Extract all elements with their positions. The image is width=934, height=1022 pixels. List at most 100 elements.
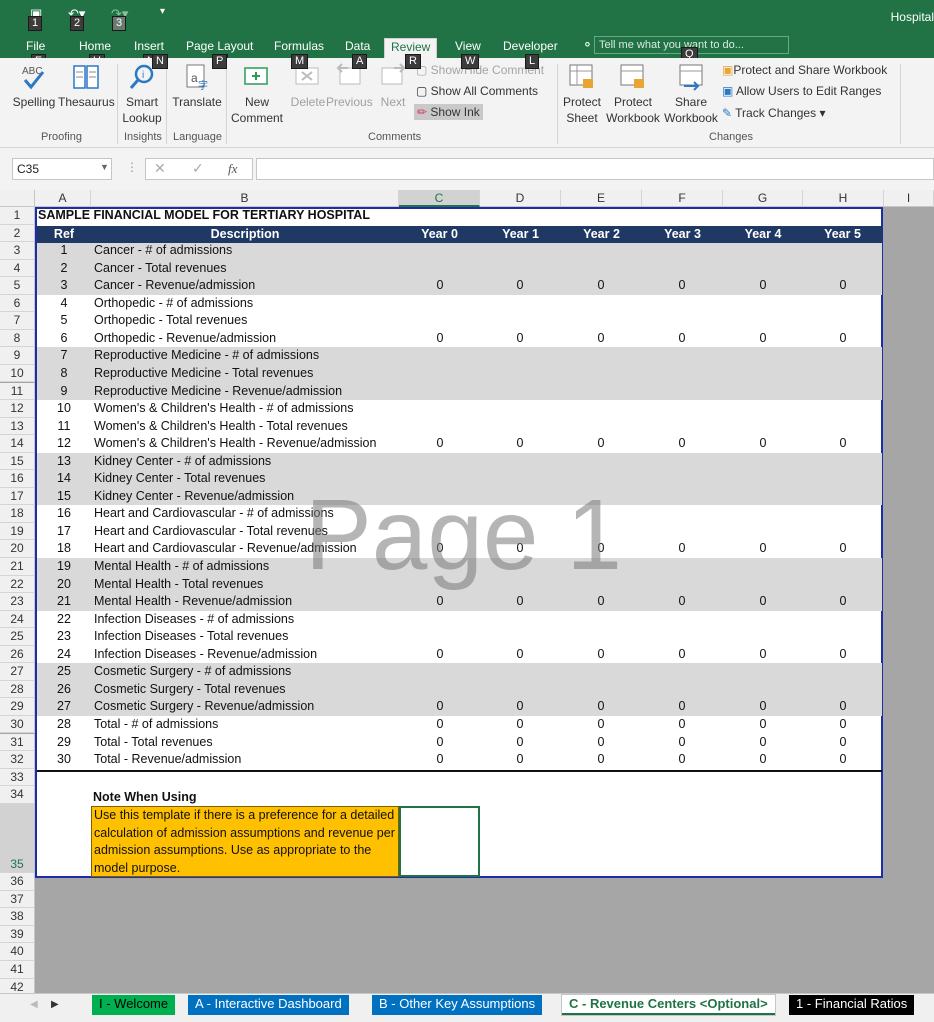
row-header-31[interactable]: 31 bbox=[0, 733, 35, 752]
row-header-6[interactable]: 6 bbox=[0, 294, 35, 313]
cell-value[interactable]: 0 bbox=[823, 278, 863, 292]
cell-ref[interactable]: 13 bbox=[37, 454, 91, 468]
cell-value[interactable]: 0 bbox=[500, 647, 540, 661]
cell-value[interactable]: 0 bbox=[823, 331, 863, 345]
note-text[interactable]: Use this template if there is a preferen… bbox=[91, 806, 399, 877]
cell-description[interactable]: Women's & Children's Health - # of admis… bbox=[94, 401, 354, 415]
cell-ref[interactable]: 29 bbox=[37, 735, 91, 749]
cell-description[interactable]: Infection Diseases - Total revenues bbox=[94, 629, 288, 643]
cell-description[interactable]: Total - Total revenues bbox=[94, 735, 213, 749]
cell-value[interactable]: 0 bbox=[662, 331, 702, 345]
column-header-e[interactable]: E bbox=[561, 190, 642, 207]
cell-description[interactable]: Kidney Center - Total revenues bbox=[94, 471, 265, 485]
cell-value[interactable]: 0 bbox=[743, 699, 783, 713]
cell-value[interactable]: 0 bbox=[743, 541, 783, 555]
cell-ref[interactable]: 6 bbox=[37, 331, 91, 345]
cell-value[interactable]: 0 bbox=[823, 436, 863, 450]
cell-description[interactable]: Reproductive Medicine - Total revenues bbox=[94, 366, 313, 380]
cell-ref[interactable]: 2 bbox=[37, 261, 91, 275]
cell-description[interactable]: Cancer - Revenue/admission bbox=[94, 278, 255, 292]
row-header-37[interactable]: 37 bbox=[0, 890, 35, 909]
cell-description[interactable]: Orthopedic - # of admissions bbox=[94, 296, 253, 310]
row-header-36[interactable]: 36 bbox=[0, 873, 35, 891]
cell-value[interactable]: 0 bbox=[743, 717, 783, 731]
row-header-8[interactable]: 8 bbox=[0, 329, 35, 348]
cell-value[interactable]: 0 bbox=[662, 717, 702, 731]
cell-ref[interactable]: 10 bbox=[37, 401, 91, 415]
cell-description[interactable]: Orthopedic - Total revenues bbox=[94, 313, 247, 327]
selected-cell-c35[interactable] bbox=[399, 806, 480, 877]
row-header-40[interactable]: 40 bbox=[0, 943, 35, 961]
header-description[interactable]: Description bbox=[91, 227, 399, 241]
header-ref[interactable]: Ref bbox=[37, 227, 91, 241]
header-year-3[interactable]: Year 3 bbox=[642, 227, 723, 241]
cell-value[interactable]: 0 bbox=[743, 436, 783, 450]
cell-value[interactable]: 0 bbox=[500, 752, 540, 766]
cell-value[interactable]: 0 bbox=[581, 331, 621, 345]
sheet-tab[interactable]: A - Interactive Dashboard bbox=[188, 995, 349, 1015]
row-header-26[interactable]: 26 bbox=[0, 645, 35, 664]
row-header-29[interactable]: 29 bbox=[0, 698, 35, 716]
row-header-10[interactable]: 10 bbox=[0, 364, 35, 383]
formula-input[interactable] bbox=[256, 158, 934, 180]
row-header-4[interactable]: 4 bbox=[0, 259, 35, 278]
header-year-0[interactable]: Year 0 bbox=[399, 227, 480, 241]
spelling-button[interactable]: ABC Spelling bbox=[10, 62, 58, 110]
cell-ref[interactable]: 20 bbox=[37, 577, 91, 591]
row-header-3[interactable]: 3 bbox=[0, 242, 35, 260]
cell-value[interactable]: 0 bbox=[420, 331, 460, 345]
cell-value[interactable]: 0 bbox=[420, 699, 460, 713]
cell-value[interactable]: 0 bbox=[743, 647, 783, 661]
column-header-a[interactable]: A bbox=[35, 190, 91, 207]
row-header-1[interactable]: 1 bbox=[0, 207, 35, 225]
cell-description[interactable]: Reproductive Medicine - Revenue/admissio… bbox=[94, 384, 342, 398]
translate-button[interactable]: a字 Translate bbox=[170, 62, 224, 110]
cell-value[interactable]: 0 bbox=[743, 752, 783, 766]
row-header-22[interactable]: 22 bbox=[0, 575, 35, 594]
cell-description[interactable]: Kidney Center - # of admissions bbox=[94, 454, 271, 468]
cell-value[interactable]: 0 bbox=[823, 735, 863, 749]
note-title[interactable]: Note When Using bbox=[93, 790, 196, 804]
row-header-19[interactable]: 19 bbox=[0, 522, 35, 541]
row-header-23[interactable]: 23 bbox=[0, 593, 35, 611]
row-header-18[interactable]: 18 bbox=[0, 505, 35, 523]
header-year-2[interactable]: Year 2 bbox=[561, 227, 642, 241]
cell-value[interactable]: 0 bbox=[500, 594, 540, 608]
sheet-tab[interactable]: C - Revenue Centers <Optional> bbox=[562, 995, 775, 1015]
delete-comment-button[interactable]: Delete bbox=[286, 62, 330, 110]
row-header-24[interactable]: 24 bbox=[0, 610, 35, 629]
cell-ref[interactable]: 23 bbox=[37, 629, 91, 643]
track-changes-button[interactable]: ✎ Track Changes ▾ bbox=[722, 106, 825, 120]
column-header-b[interactable]: B bbox=[91, 190, 399, 207]
cell-description[interactable]: Cosmetic Surgery - Revenue/admission bbox=[94, 699, 314, 713]
cell-value[interactable]: 0 bbox=[581, 647, 621, 661]
row-header-11[interactable]: 11 bbox=[0, 382, 35, 401]
new-comment-button[interactable]: New Comment bbox=[230, 62, 284, 126]
cell-ref[interactable]: 14 bbox=[37, 471, 91, 485]
row-header-38[interactable]: 38 bbox=[0, 908, 35, 926]
smart-lookup-button[interactable]: i Smart Lookup bbox=[120, 62, 164, 126]
row-header-30[interactable]: 30 bbox=[0, 715, 35, 734]
scroll-tabs-left-icon[interactable]: ◀ bbox=[30, 999, 38, 1010]
cell-value[interactable]: 0 bbox=[662, 699, 702, 713]
row-header-34[interactable]: 34 bbox=[0, 786, 35, 804]
cell-value[interactable]: 0 bbox=[420, 594, 460, 608]
cell-value[interactable]: 0 bbox=[823, 717, 863, 731]
scroll-tabs-right-icon[interactable]: ▶ bbox=[51, 999, 59, 1010]
cell-description[interactable]: Heart and Cardiovascular - Revenue/admis… bbox=[94, 541, 357, 555]
column-header-f[interactable]: F bbox=[642, 190, 723, 207]
cell-ref[interactable]: 26 bbox=[37, 682, 91, 696]
row-header-25[interactable]: 25 bbox=[0, 628, 35, 646]
show-ink-button[interactable]: ✏ Show Ink bbox=[414, 104, 483, 120]
cell-ref[interactable]: 27 bbox=[37, 699, 91, 713]
row-header-41[interactable]: 41 bbox=[0, 961, 35, 979]
cancel-icon[interactable]: ✕ bbox=[154, 160, 166, 177]
cell-value[interactable]: 0 bbox=[420, 717, 460, 731]
cell-description[interactable]: Kidney Center - Revenue/admission bbox=[94, 489, 294, 503]
protect-workbook-button[interactable]: Protect Workbook bbox=[604, 62, 662, 126]
cell-value[interactable]: 0 bbox=[420, 647, 460, 661]
cell-description[interactable]: Reproductive Medicine - # of admissions bbox=[94, 348, 319, 362]
cell-ref[interactable]: 3 bbox=[37, 278, 91, 292]
row-header-16[interactable]: 16 bbox=[0, 470, 35, 488]
cell-ref[interactable]: 9 bbox=[37, 384, 91, 398]
